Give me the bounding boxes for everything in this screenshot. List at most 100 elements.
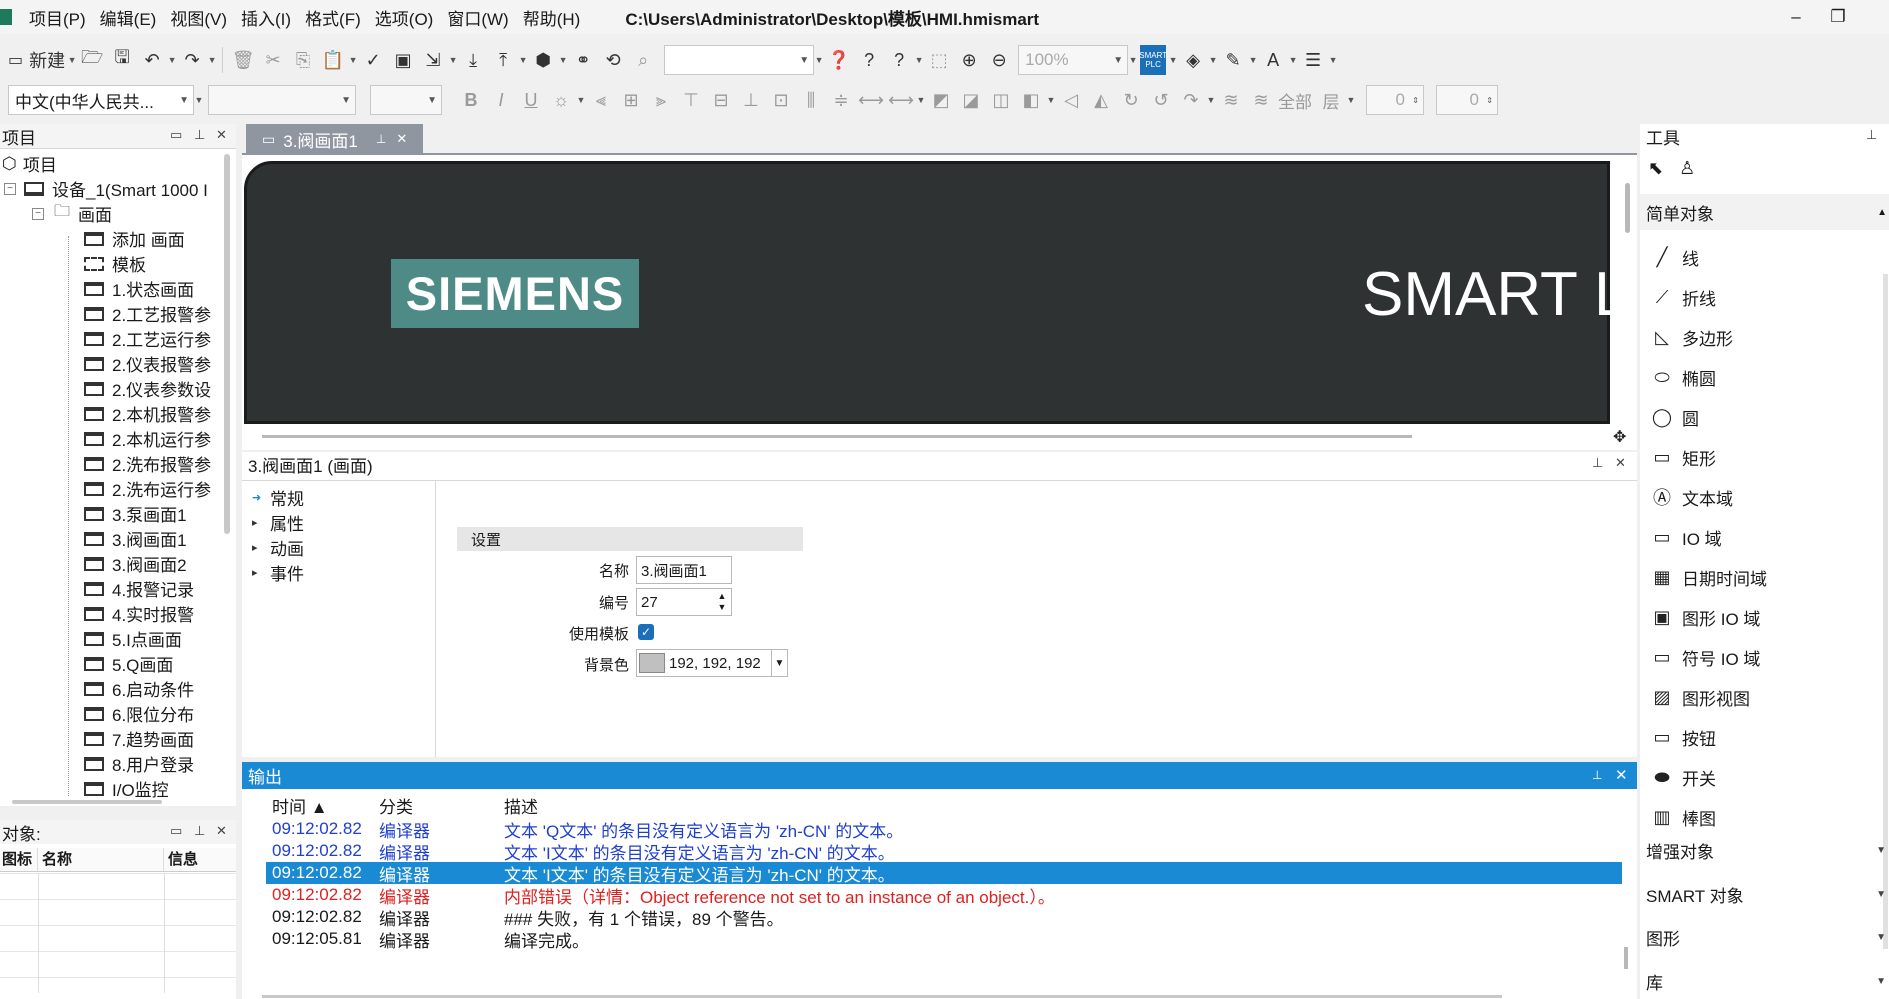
minimize-button[interactable]: – [1776,4,1816,30]
background-color-picker[interactable]: 192, 192, 192 ▼ [636,649,788,677]
tool-item[interactable]: ⬭ 椭圆 [1650,359,1716,395]
align-middle-icon[interactable]: ⊟ [708,85,734,115]
layer-spinner-1[interactable]: 0 ⇕ [1366,85,1424,115]
tree-root[interactable]: ⬡ 项目 [2,151,57,176]
line-style-icon[interactable]: ☰ [1300,45,1326,75]
align-bottom-icon[interactable]: ⊥ [738,85,764,115]
rotate-dropdown-icon[interactable]: ▼ [1206,85,1216,115]
tree-item-screen[interactable]: 3.阀画面1 [84,526,187,551]
tool-category[interactable]: 增强对象 ▼ [1646,838,1886,863]
pin-icon[interactable]: ⊥ [1592,455,1603,471]
nav-properties[interactable]: ▸ 属性 [252,510,304,535]
output-row[interactable]: 09:12:02.82 编译器 内部错误（详情：Object reference n… [266,884,1622,907]
tool-item[interactable]: ◯ 圆 [1650,399,1699,435]
distribute-h-icon[interactable]: ⫼ [798,85,824,115]
search-dropdown-icon[interactable]: ▼ [814,45,824,75]
tree-item-screen[interactable]: 8.用户登录 [84,751,194,776]
help-dropdown-icon[interactable]: ▼ [914,45,924,75]
column-info[interactable]: 信息 [164,848,236,871]
zoom-dropdown-icon[interactable]: ▼ [1128,45,1138,75]
tool-category[interactable]: 库 ▼ [1646,969,1886,994]
tree-item-screen[interactable]: 5.Q画面 [84,651,173,676]
copy-icon[interactable]: ⎘ [290,45,316,75]
canvas-v-scrollbar[interactable] [1625,183,1630,233]
order-dropdown-icon[interactable]: ▼ [1046,85,1056,115]
fill-dropdown-icon[interactable]: ▼ [1208,45,1218,75]
tree-item-screen[interactable]: 4.实时报警 [84,601,194,626]
zoom-combo[interactable]: 100% ▼ [1018,45,1129,75]
find-text-icon[interactable]: ⌕ [630,45,656,75]
new-button[interactable]: ▭ 新建 [8,45,65,75]
tree-item-screen[interactable]: 模板 [84,251,146,276]
font-size-combo[interactable]: ▼ [370,85,442,115]
simulation-icon[interactable]: ⬢ [530,45,556,75]
line-color-dropdown-icon[interactable]: ▼ [1248,45,1258,75]
underline-button[interactable]: U [518,85,544,115]
menu-format[interactable]: 格式(F) [298,5,368,30]
tree-item-screen[interactable]: 3.泵画面1 [84,501,187,526]
font-combo[interactable]: ▼ [208,85,356,115]
upload-dropdown-icon[interactable]: ▼ [518,45,528,75]
tree-scrollbar[interactable] [224,154,230,534]
tree-item-screen[interactable]: 4.报警记录 [84,576,194,601]
tree-item-screen[interactable]: 2.仪表参数设 [84,376,211,401]
same-width-icon[interactable]: ⟷ [858,85,884,115]
collapse-icon[interactable]: − [4,182,16,195]
tree-h-scrollbar[interactable] [12,800,162,804]
line-color-icon[interactable]: ✎ [1220,45,1246,75]
tool-item[interactable]: ▥ 棒图 [1650,799,1716,835]
output-row[interactable]: 09:12:02.82 编译器 文本 'I文本' 的条目没有定义语言为 'zh-CN… [266,840,1622,863]
upload-icon[interactable]: ⤒ [490,45,516,75]
tree-item-screen[interactable]: 2.工艺报警参 [84,301,211,326]
language-combo[interactable]: 中文(中华人民共... ▼ [8,85,194,115]
same-height-icon[interactable]: ⟷ [888,85,914,115]
chevron-down-icon[interactable]: ▼ [771,650,787,676]
menu-help[interactable]: 帮助(H) [516,5,588,30]
text-effect-dropdown-icon[interactable]: ▼ [576,85,586,115]
collapse-icon[interactable]: − [32,207,44,220]
tool-item[interactable]: ▭ 按钮 [1650,719,1716,755]
font-color-icon[interactable]: A [1260,45,1286,75]
tree-item-screen[interactable]: 添加 画面 [84,226,185,251]
tool-item[interactable]: ▭ 符号 IO 域 [1650,639,1760,675]
number-stepper[interactable]: 27 ▲ ▼ [636,588,732,616]
tool-item[interactable]: ◺ 多边形 [1650,319,1733,355]
tree-item-screen[interactable]: 2.工艺运行参 [84,326,211,351]
panel-float-icon[interactable]: ▭ [170,823,182,839]
zoom-out-icon[interactable]: ⊖ [986,45,1012,75]
redo-icon[interactable]: ↷ [179,45,205,75]
rotate-90-icon[interactable]: ↻ [1118,85,1144,115]
fill-color-icon[interactable]: ◈ [1180,45,1206,75]
italic-button[interactable]: I [488,85,514,115]
column-icon[interactable]: 图标 [0,848,38,871]
size-dropdown-icon[interactable]: ▼ [916,85,926,115]
tool-item[interactable]: ▭ 矩形 [1650,439,1716,475]
nav-events[interactable]: ▸ 事件 [252,560,304,585]
tool-item[interactable]: Ⓐ 文本域 [1650,479,1733,515]
pin-icon[interactable]: ⊥ [376,132,386,146]
tool-category[interactable]: 图形 ▼ [1646,925,1886,950]
output-h-scrollbar[interactable] [262,995,1502,998]
flip-h-icon[interactable]: ◁ [1058,85,1084,115]
font-color-dropdown-icon[interactable]: ▼ [1288,45,1298,75]
tree-item-screen[interactable]: 2.仪表报警参 [84,351,211,376]
redo-dropdown-icon[interactable]: ▼ [207,45,217,75]
transfer-icon[interactable]: ⇲ [420,45,446,75]
tree-item-screen[interactable]: 2.本机运行参 [84,426,211,451]
tool-item[interactable]: ▭ IO 域 [1650,519,1721,555]
align-right-icon[interactable]: ⫸ [648,85,674,115]
plc-icon[interactable]: SMART PLC [1139,45,1167,75]
restore-button[interactable]: ❐ [1818,4,1858,30]
tool-category[interactable]: SMART 对象 ▼ [1646,882,1886,907]
tree-item-screen[interactable]: 2.本机报警参 [84,401,211,426]
search-combo[interactable]: ▼ [664,45,815,75]
close-icon[interactable]: ✕ [1615,766,1628,784]
smart-line-title[interactable]: SMART LI [1362,259,1617,330]
output-row[interactable]: 09:12:02.82 编译器 ### 失败，有 1 个错误，89 个警告。 [266,906,1622,929]
distribute-v-icon[interactable]: ≑ [828,85,854,115]
move-icon[interactable]: ✥ [1613,427,1626,447]
panel-float-icon[interactable]: ▭ [170,127,182,143]
tree-item-screen[interactable]: 3.阀画面2 [84,551,187,576]
pointer-icon[interactable]: ⬉ [1648,158,1663,179]
flip-v-icon[interactable]: ◭ [1088,85,1114,115]
